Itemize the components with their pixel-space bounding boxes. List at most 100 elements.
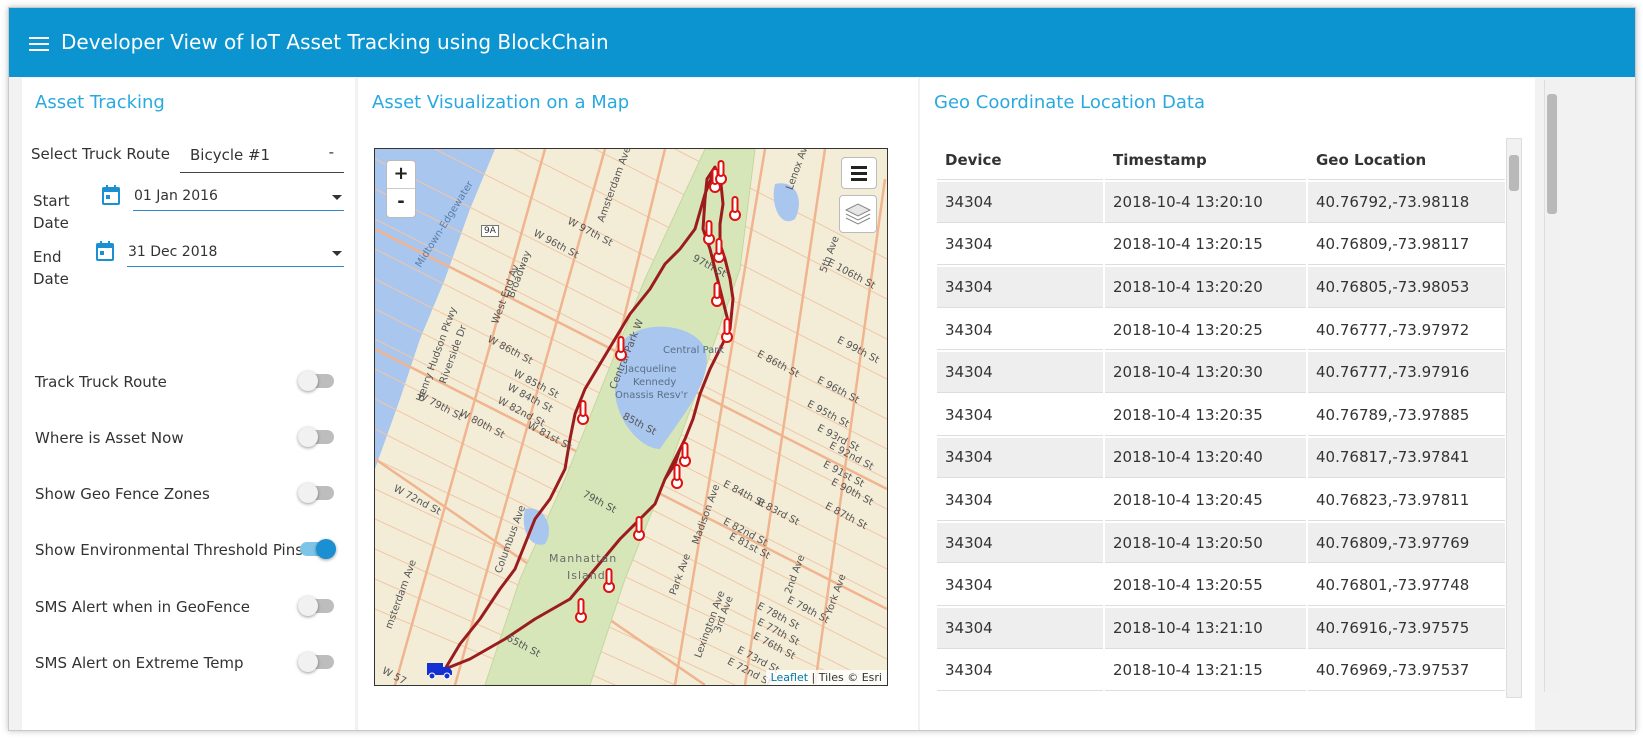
geo-location-cell: 40.76969,-73.97537 (1308, 650, 1505, 692)
geo-location-cell: 40.76809,-73.98117 (1308, 224, 1505, 266)
geo-location-cell: 40.76777,-73.97972 (1308, 309, 1505, 351)
app-title: Developer View of IoT Asset Tracking usi… (61, 30, 609, 54)
route-label: Select Truck Route (31, 145, 170, 163)
end-date-input[interactable]: 31 Dec 2018 (127, 240, 344, 267)
start-date-input[interactable]: 01 Jan 2016 (133, 184, 344, 211)
device-cell: 34304 (937, 224, 1103, 266)
column-header[interactable]: Geo Location (1308, 140, 1505, 180)
zoom-control: + - (386, 160, 416, 218)
table-row[interactable]: 34304 2018-10-4 13:20:25 40.76777,-73.9797… (937, 309, 1505, 351)
device-cell: 34304 (937, 480, 1103, 521)
table-row[interactable]: 34304 2018-10-4 13:20:45 40.76823,-73.9781… (937, 480, 1505, 521)
layers-icon[interactable] (839, 195, 877, 233)
device-cell: 34304 (937, 267, 1103, 308)
toggle-asset-now: Where is Asset Now (22, 426, 355, 450)
table-body: 34304 2018-10-4 13:20:10 40.76792,-73.9811… (937, 182, 1505, 692)
zoom-in-button[interactable]: + (387, 161, 415, 189)
toggle-switch[interactable] (298, 483, 334, 503)
table-row[interactable]: 34304 2018-10-4 13:20:15 40.76809,-73.9811… (937, 224, 1505, 266)
scrollbar-thumb[interactable] (1547, 94, 1557, 214)
toggle-env-pins: Show Environmental Threshold Pins (22, 538, 355, 562)
geo-location-cell: 40.76817,-73.97841 (1308, 437, 1505, 479)
pin-layer (427, 160, 741, 680)
toggle-switch[interactable] (300, 539, 336, 559)
timestamp-cell: 2018-10-4 13:20:50 (1105, 522, 1306, 564)
table-row[interactable]: 34304 2018-10-4 13:21:10 40.76916,-73.9757… (937, 607, 1505, 649)
geo-location-cell: 40.76809,-73.97769 (1308, 522, 1505, 564)
device-cell: 34304 (937, 565, 1103, 606)
table-row[interactable]: 34304 2018-10-4 13:20:30 40.76777,-73.9791… (937, 352, 1505, 393)
chevron-down-icon (332, 195, 342, 200)
scrollbar-thumb[interactable] (1509, 155, 1519, 191)
thermometer-pin-icon (575, 160, 741, 623)
timestamp-cell: 2018-10-4 13:20:20 (1105, 267, 1306, 308)
timestamp-cell: 2018-10-4 13:20:45 (1105, 480, 1306, 521)
calendar-icon[interactable] (102, 185, 120, 205)
toggle-switch[interactable] (298, 427, 334, 447)
truck-icon (427, 663, 452, 680)
app-header: Developer View of IoT Asset Tracking usi… (9, 8, 1635, 77)
toggle-geo-fence: Show Geo Fence Zones (22, 482, 355, 506)
table-row[interactable]: 34304 2018-10-4 13:20:10 40.76792,-73.9811… (937, 182, 1505, 223)
timestamp-cell: 2018-10-4 13:20:55 (1105, 565, 1306, 606)
route-select-value: Bicycle #1 (190, 146, 271, 164)
window-scrollbar[interactable] (1544, 80, 1559, 692)
column-header[interactable]: Timestamp (1105, 140, 1306, 180)
geo-location-cell: 40.76792,-73.98118 (1308, 182, 1505, 223)
route-select[interactable]: Bicycle #1 - (180, 142, 344, 173)
table-row[interactable]: 34304 2018-10-4 13:21:15 40.76969,-73.9753… (937, 650, 1505, 692)
table-row[interactable]: 34304 2018-10-4 13:20:55 40.76801,-73.9774… (937, 565, 1505, 606)
hamburger-icon[interactable] (29, 37, 49, 51)
geo-table: Device Timestamp Geo Location 34304 2018-… (935, 138, 1505, 692)
app-window: Developer View of IoT Asset Tracking usi… (8, 7, 1636, 731)
device-cell: 34304 (937, 352, 1103, 393)
device-cell: 34304 (937, 437, 1103, 479)
toggle-switch[interactable] (298, 371, 334, 391)
geo-data-panel: Geo Coordinate Location Data Device Time… (920, 78, 1535, 730)
geo-location-cell: 40.76777,-73.97916 (1308, 352, 1505, 393)
device-cell: 34304 (937, 394, 1103, 436)
table-row[interactable]: 34304 2018-10-4 13:20:20 40.76805,-73.9805… (937, 267, 1505, 308)
calendar-icon[interactable] (96, 241, 114, 261)
table-row[interactable]: 34304 2018-10-4 13:20:40 40.76817,-73.9784… (937, 437, 1505, 479)
list-icon[interactable] (841, 157, 877, 189)
toggle-sms-geofence: SMS Alert when in GeoFence (22, 595, 355, 619)
timestamp-cell: 2018-10-4 13:20:40 (1105, 437, 1306, 479)
toggle-sms-temp: SMS Alert on Extreme Temp (22, 651, 355, 675)
map-panel: Asset Visualization on a Map Central Par… (358, 78, 918, 730)
timestamp-cell: 2018-10-4 13:20:25 (1105, 309, 1306, 351)
timestamp-cell: 2018-10-4 13:20:30 (1105, 352, 1306, 393)
toggle-switch[interactable] (298, 652, 334, 672)
end-date-label: End Date (33, 248, 69, 288)
chevron-down-icon: - (328, 143, 334, 161)
device-cell: 34304 (937, 650, 1103, 692)
geo-location-cell: 40.76916,-73.97575 (1308, 607, 1505, 649)
leaflet-link[interactable]: Leaflet (771, 671, 808, 684)
column-header[interactable]: Device (937, 140, 1103, 180)
timestamp-cell: 2018-10-4 13:20:35 (1105, 394, 1306, 436)
geo-location-cell: 40.76805,-73.98053 (1308, 267, 1505, 308)
device-cell: 34304 (937, 309, 1103, 351)
start-date-label: Start Date (33, 192, 70, 232)
panel-title: Geo Coordinate Location Data (934, 92, 1205, 113)
geo-location-cell: 40.76801,-73.97748 (1308, 565, 1505, 606)
geo-location-cell: 40.76823,-73.97811 (1308, 480, 1505, 521)
map-view[interactable]: Central Park Jacqueline Kennedy Onassis … (374, 148, 888, 686)
table-scrollbar[interactable] (1506, 138, 1522, 698)
geo-table-container: Device Timestamp Geo Location 34304 2018-… (935, 138, 1505, 692)
toggle-track-route: Track Truck Route (22, 370, 355, 394)
device-cell: 34304 (937, 607, 1103, 649)
panel-title: Asset Visualization on a Map (372, 92, 630, 113)
chevron-down-icon (332, 251, 342, 256)
device-cell: 34304 (937, 522, 1103, 564)
panel-title: Asset Tracking (35, 92, 165, 113)
zoom-out-button[interactable]: - (387, 189, 415, 216)
toggle-switch[interactable] (298, 596, 334, 616)
geo-location-cell: 40.76789,-73.97885 (1308, 394, 1505, 436)
timestamp-cell: 2018-10-4 13:20:10 (1105, 182, 1306, 223)
table-row[interactable]: 34304 2018-10-4 13:20:50 40.76809,-73.9776… (937, 522, 1505, 564)
timestamp-cell: 2018-10-4 13:21:10 (1105, 607, 1306, 649)
device-cell: 34304 (937, 182, 1103, 223)
asset-tracking-panel: Asset Tracking Select Truck Route Bicycl… (22, 78, 355, 730)
table-row[interactable]: 34304 2018-10-4 13:20:35 40.76789,-73.9788… (937, 394, 1505, 436)
